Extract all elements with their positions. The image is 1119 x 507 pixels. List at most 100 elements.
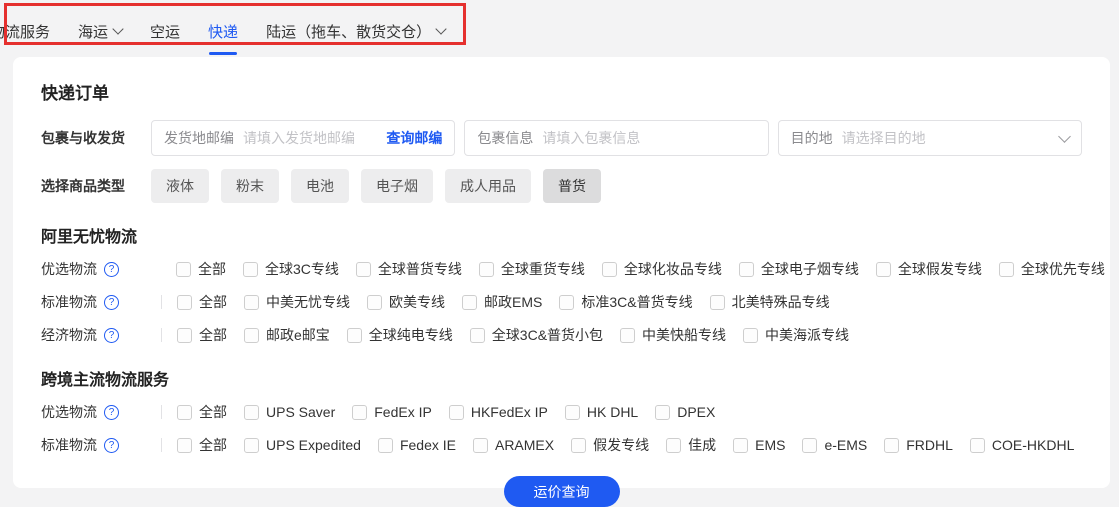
checkbox-item[interactable]: 全部 bbox=[177, 435, 227, 455]
checkbox-item[interactable]: FRDHL bbox=[884, 437, 953, 453]
checkbox-item[interactable]: 全球纯电专线 bbox=[347, 325, 453, 345]
help-icon[interactable]: ? bbox=[104, 262, 119, 277]
checkbox[interactable] bbox=[733, 438, 748, 453]
checkbox[interactable] bbox=[739, 262, 754, 277]
checkbox[interactable] bbox=[244, 405, 259, 420]
checkbox[interactable] bbox=[244, 328, 259, 343]
checkbox[interactable] bbox=[352, 405, 367, 420]
checkbox-item[interactable]: 全球化妆品专线 bbox=[602, 259, 722, 279]
nav-item[interactable]: 空运 bbox=[150, 21, 180, 42]
checkbox-item[interactable]: ARAMEX bbox=[473, 437, 554, 453]
checkbox-item[interactable]: 全球3C专线 bbox=[243, 259, 339, 279]
product-type-chip[interactable]: 电池 bbox=[291, 169, 349, 203]
checkbox-item[interactable]: 中美无忧专线 bbox=[244, 292, 350, 312]
checkbox-item[interactable]: 北美特殊品专线 bbox=[710, 292, 830, 312]
checkbox-item[interactable]: 邮政e邮宝 bbox=[244, 325, 330, 345]
checkbox-item[interactable]: 中美海派专线 bbox=[743, 325, 849, 345]
checkbox[interactable] bbox=[999, 262, 1014, 277]
checkbox[interactable] bbox=[177, 405, 192, 420]
rate-query-button[interactable]: 运价查询 bbox=[504, 476, 620, 507]
checkbox[interactable] bbox=[479, 262, 494, 277]
origin-zip-input[interactable]: 发货地邮编 请填入发货地邮编 查询邮编 bbox=[151, 120, 455, 156]
checkbox[interactable] bbox=[710, 295, 725, 310]
checkbox-label: 全部 bbox=[199, 402, 227, 422]
checkbox[interactable] bbox=[177, 438, 192, 453]
checkbox[interactable] bbox=[378, 438, 393, 453]
checkbox-item[interactable]: Fedex IE bbox=[378, 437, 456, 453]
nav-item[interactable]: 快递 bbox=[208, 21, 238, 42]
product-type-chip[interactable]: 液体 bbox=[151, 169, 209, 203]
checkbox-item[interactable]: 假发专线 bbox=[571, 435, 649, 455]
checkbox[interactable] bbox=[620, 328, 635, 343]
checkbox-item[interactable]: DPEX bbox=[655, 404, 715, 420]
checkbox[interactable] bbox=[243, 262, 258, 277]
product-type-chip[interactable]: 成人用品 bbox=[445, 169, 531, 203]
checkbox-label: 中美海派专线 bbox=[765, 325, 849, 345]
checkbox-item[interactable]: e-EMS bbox=[802, 437, 867, 453]
help-icon[interactable]: ? bbox=[104, 328, 119, 343]
destination-select[interactable]: 目的地 请选择目的地 bbox=[778, 120, 1082, 156]
package-address-label: 包裹与收发货 bbox=[41, 128, 151, 148]
help-icon[interactable]: ? bbox=[104, 438, 119, 453]
checkbox[interactable] bbox=[655, 405, 670, 420]
checkbox[interactable] bbox=[666, 438, 681, 453]
product-type-chip[interactable]: 电子烟 bbox=[361, 169, 433, 203]
checkbox-item[interactable]: 欧美专线 bbox=[367, 292, 445, 312]
checkbox-item[interactable]: 全部 bbox=[177, 292, 227, 312]
checkbox-item[interactable]: 邮政EMS bbox=[462, 292, 542, 312]
checkbox-item[interactable]: HKFedEx IP bbox=[449, 404, 548, 420]
checkbox-item[interactable]: 全球3C&普货小包 bbox=[470, 325, 603, 345]
checkbox-item[interactable]: 中美快船专线 bbox=[620, 325, 726, 345]
checkbox-item[interactable]: 全球电子烟专线 bbox=[739, 259, 859, 279]
product-type-chip[interactable]: 粉末 bbox=[221, 169, 279, 203]
checkbox[interactable] bbox=[244, 295, 259, 310]
checkbox[interactable] bbox=[177, 328, 192, 343]
checkbox[interactable] bbox=[177, 295, 192, 310]
checkbox-item[interactable]: 全球假发专线 bbox=[876, 259, 982, 279]
checkbox-item[interactable]: UPS Saver bbox=[244, 404, 335, 420]
checkbox[interactable] bbox=[347, 328, 362, 343]
checkbox[interactable] bbox=[449, 405, 464, 420]
checkbox[interactable] bbox=[884, 438, 899, 453]
checkbox[interactable] bbox=[462, 295, 477, 310]
chevron-down-icon bbox=[435, 23, 446, 34]
help-icon[interactable]: ? bbox=[104, 405, 119, 420]
checkbox[interactable] bbox=[356, 262, 371, 277]
checkbox[interactable] bbox=[876, 262, 891, 277]
checkbox-item[interactable]: 标准3C&普货专线 bbox=[559, 292, 692, 312]
checkbox-label: 全部 bbox=[198, 259, 226, 279]
checkbox-item[interactable]: 全部 bbox=[177, 402, 227, 422]
checkbox[interactable] bbox=[559, 295, 574, 310]
checkbox-item[interactable]: FedEx IP bbox=[352, 404, 432, 420]
checkbox[interactable] bbox=[743, 328, 758, 343]
checkbox[interactable] bbox=[473, 438, 488, 453]
zip-lookup-link[interactable]: 查询邮编 bbox=[386, 128, 442, 148]
checkbox-item[interactable]: 全球优先专线 bbox=[999, 259, 1105, 279]
nav-item[interactable]: 海运 bbox=[78, 21, 122, 42]
nav-item[interactable]: 陆运（拖车、散货交仓） bbox=[266, 21, 445, 42]
checkbox-item[interactable]: 全球普货专线 bbox=[356, 259, 462, 279]
checkbox[interactable] bbox=[802, 438, 817, 453]
checkbox-item[interactable]: 佳成 bbox=[666, 435, 716, 455]
checkbox-item[interactable]: UPS Expedited bbox=[244, 437, 361, 453]
checkbox[interactable] bbox=[244, 438, 259, 453]
checkbox-item[interactable]: EMS bbox=[733, 437, 785, 453]
checkbox[interactable] bbox=[470, 328, 485, 343]
checkbox-label: 全球3C&普货小包 bbox=[492, 325, 603, 345]
checkbox[interactable] bbox=[565, 405, 580, 420]
checkbox-item[interactable]: 全球重货专线 bbox=[479, 259, 585, 279]
checkbox-item[interactable]: 全部 bbox=[176, 259, 226, 279]
checkbox-item[interactable]: 全部 bbox=[177, 325, 227, 345]
product-type-chip[interactable]: 普货 bbox=[543, 169, 601, 203]
checkbox[interactable] bbox=[571, 438, 586, 453]
nav-item[interactable]: 物流服务 bbox=[0, 21, 50, 42]
checkbox[interactable] bbox=[176, 262, 191, 277]
help-icon[interactable]: ? bbox=[104, 295, 119, 310]
checkbox[interactable] bbox=[602, 262, 617, 277]
checkbox[interactable] bbox=[970, 438, 985, 453]
package-info-input[interactable]: 包裹信息 请填入包裹信息 bbox=[464, 120, 768, 156]
checkbox[interactable] bbox=[367, 295, 382, 310]
checkbox-item[interactable]: HK DHL bbox=[565, 404, 638, 420]
checkbox-item[interactable]: COE-HKDHL bbox=[970, 437, 1074, 453]
checkbox-group: 全部全球3C专线全球普货专线全球重货专线全球化妆品专线全球电子烟专线全球假发专线… bbox=[176, 259, 1105, 279]
